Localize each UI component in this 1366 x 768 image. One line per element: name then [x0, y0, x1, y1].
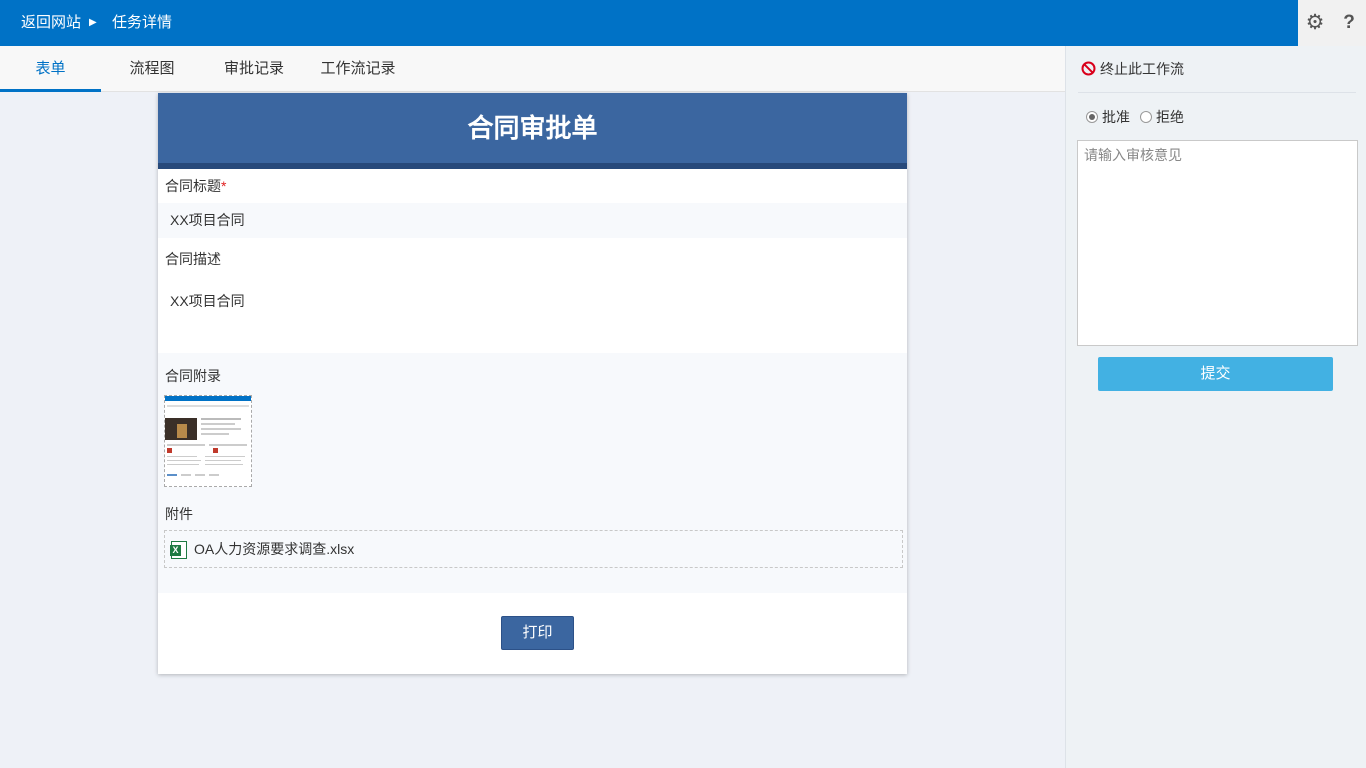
tab-workflow-records[interactable]: 工作流记录	[312, 46, 404, 92]
breadcrumb-separator-icon: ▶	[89, 17, 97, 28]
contract-appendix-label: 合同附录	[165, 368, 221, 384]
submit-button[interactable]: 提交	[1098, 357, 1333, 391]
contract-desc-value: XX项目合同	[170, 293, 245, 309]
page-title: 任务详情	[112, 14, 173, 31]
contract-title-label-text: 合同标题	[165, 178, 221, 194]
back-to-site-link[interactable]: 返回网站	[21, 0, 81, 46]
attachment-file-link[interactable]: OA人力资源要求调查.xlsx	[194, 531, 354, 567]
contract-form-card: 合同审批单 合同标题* XX项目合同 合同描述 XX项目合同 合同附录 附件 X…	[158, 93, 907, 674]
terminate-workflow-label: 终止此工作流	[1100, 61, 1184, 77]
appendix-thumbnail-image[interactable]	[164, 395, 252, 487]
terminate-workflow-button[interactable]: 终止此工作流	[1081, 58, 1184, 80]
radio-checked-icon[interactable]	[1086, 110, 1098, 123]
excel-file-icon: X	[170, 541, 187, 559]
help-icon[interactable]: ?	[1332, 0, 1366, 46]
approve-label: 批准	[1102, 109, 1130, 125]
tab-flowchart[interactable]: 流程图	[114, 46, 190, 92]
divider	[1078, 92, 1356, 93]
form-title: 合同审批单	[158, 93, 907, 169]
tab-form[interactable]: 表单	[0, 46, 101, 92]
field-band	[158, 203, 907, 238]
required-mark: *	[221, 178, 227, 194]
tab-approval-records[interactable]: 审批记录	[212, 46, 296, 92]
print-button[interactable]: 打印	[501, 616, 574, 650]
review-opinion-textarea[interactable]	[1077, 140, 1358, 346]
approve-radio[interactable]: 批准	[1086, 106, 1130, 128]
reject-label: 拒绝	[1156, 109, 1184, 125]
contract-desc-label: 合同描述	[165, 251, 221, 267]
approval-panel: 终止此工作流 批准 拒绝 提交	[1065, 46, 1366, 768]
radio-unchecked-icon[interactable]	[1140, 110, 1152, 123]
contract-title-label: 合同标题*	[165, 176, 226, 196]
reject-radio[interactable]: 拒绝	[1140, 106, 1184, 128]
top-icon-group: ⚙ ?	[1298, 0, 1366, 46]
appendix-thumbnail-graphic	[165, 396, 251, 476]
tab-bar: 表单 流程图 审批记录 工作流记录	[0, 46, 1065, 92]
ban-icon	[1081, 61, 1096, 76]
top-bar: 返回网站 ▶ 任务详情 ⚙ ?	[0, 0, 1366, 46]
attachment-list: X OA人力资源要求调查.xlsx	[164, 530, 903, 568]
attachments-label: 附件	[165, 506, 193, 522]
gear-icon[interactable]: ⚙	[1298, 0, 1332, 46]
contract-title-value: XX项目合同	[170, 212, 245, 228]
excel-icon-letter: X	[170, 545, 181, 556]
